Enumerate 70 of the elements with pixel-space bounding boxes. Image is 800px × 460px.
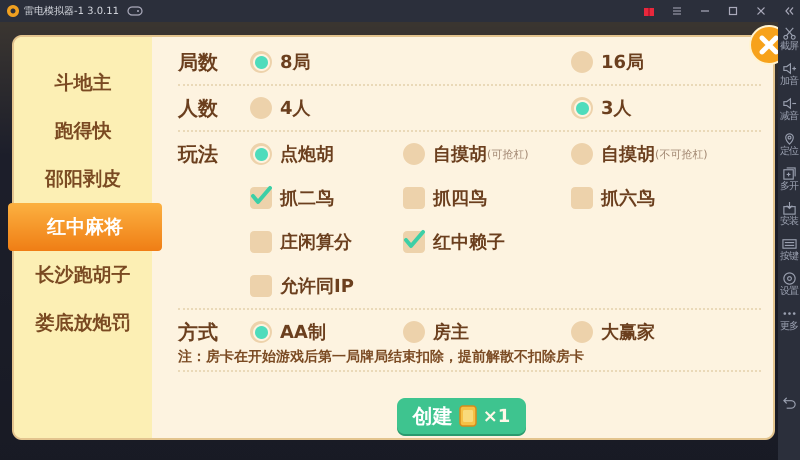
option-label: 16局 (601, 51, 644, 74)
maximize-icon[interactable] (727, 5, 739, 17)
game-tab[interactable]: 娄底放炮罚 (14, 299, 152, 347)
option-note: (不可抢杠) (655, 146, 708, 162)
gamepad-icon[interactable] (126, 6, 143, 16)
section-label: 方式 (178, 318, 219, 346)
logo-icon (6, 4, 20, 18)
radio-button[interactable] (571, 143, 593, 165)
checkbox[interactable] (250, 231, 272, 253)
multi-icon[interactable] (782, 166, 796, 181)
volume-down-icon[interactable] (782, 96, 796, 111)
radio-button[interactable] (250, 97, 272, 119)
room-card-icon (458, 405, 477, 427)
radio-button[interactable] (571, 51, 593, 73)
radio-button[interactable] (571, 97, 593, 119)
game-tab[interactable]: 跑得快 (14, 107, 152, 155)
option-note: (可抢杠) (487, 146, 529, 162)
close-icon[interactable] (755, 5, 767, 17)
install-icon[interactable] (782, 201, 796, 216)
option-label: 抓四鸟 (433, 187, 487, 210)
menu-icon[interactable] (671, 5, 683, 17)
section-label: 局数 (178, 48, 219, 76)
section-label: 人数 (178, 94, 219, 122)
tool-label: 多开 (780, 181, 798, 193)
keyboard-icon[interactable] (782, 236, 796, 251)
tool-label: 加音 (780, 76, 798, 88)
tool-label: 更多 (780, 321, 798, 333)
scissors-icon[interactable] (782, 26, 796, 41)
tool-label: 设置 (780, 286, 798, 298)
game-tab[interactable]: 斗地主 (14, 59, 152, 107)
option-label: 抓六鸟 (601, 187, 655, 210)
tool-label: 按键 (780, 251, 798, 263)
option-label: 8局 (280, 51, 311, 74)
checkbox[interactable] (250, 187, 272, 209)
option-label: 4人 (280, 97, 311, 120)
checkbox[interactable] (571, 187, 593, 209)
option-label: AA制 (280, 321, 326, 344)
option-label: 大赢家 (601, 321, 655, 344)
radio-button[interactable] (403, 321, 425, 343)
option-label: 房主 (433, 321, 469, 344)
notice-text: 注：房卡在开始游戏后第一局牌局结束扣除，提前解散不扣除房卡 (178, 348, 585, 367)
radio-button[interactable] (250, 51, 272, 73)
checkbox[interactable] (250, 275, 272, 297)
tool-label: 减音 (780, 111, 798, 123)
radio-button[interactable] (403, 143, 425, 165)
option-label: 点炮胡 (280, 143, 334, 166)
option-label: 自摸胡 (433, 143, 487, 166)
tool-label: 安装 (780, 216, 798, 228)
section-label: 玩法 (178, 140, 219, 168)
volume-up-icon[interactable] (782, 61, 796, 76)
gift-icon[interactable] (643, 5, 655, 17)
radio-button[interactable] (250, 143, 272, 165)
radio-button[interactable] (250, 321, 272, 343)
option-label: 庄闲算分 (280, 231, 352, 254)
radio-button[interactable] (571, 321, 593, 343)
game-tab[interactable]: 长沙跑胡子 (14, 251, 152, 299)
option-label: 允许同IP (280, 275, 354, 298)
window-title: 雷电模拟器-1 3.0.11 (24, 4, 119, 18)
settings-icon[interactable] (782, 271, 796, 286)
tool-label: 定位 (780, 146, 798, 158)
collapse-icon[interactable] (783, 5, 795, 17)
option-label: 3人 (601, 97, 632, 120)
option-label: 红中赖子 (433, 231, 505, 254)
option-label: 自摸胡 (601, 143, 655, 166)
back-icon[interactable] (782, 395, 796, 410)
game-tab[interactable]: 邵阳剥皮 (14, 155, 152, 203)
checkbox[interactable] (403, 231, 425, 253)
checkbox[interactable] (403, 187, 425, 209)
option-label: 抓二鸟 (280, 187, 334, 210)
tool-label: 截屏 (780, 41, 798, 53)
